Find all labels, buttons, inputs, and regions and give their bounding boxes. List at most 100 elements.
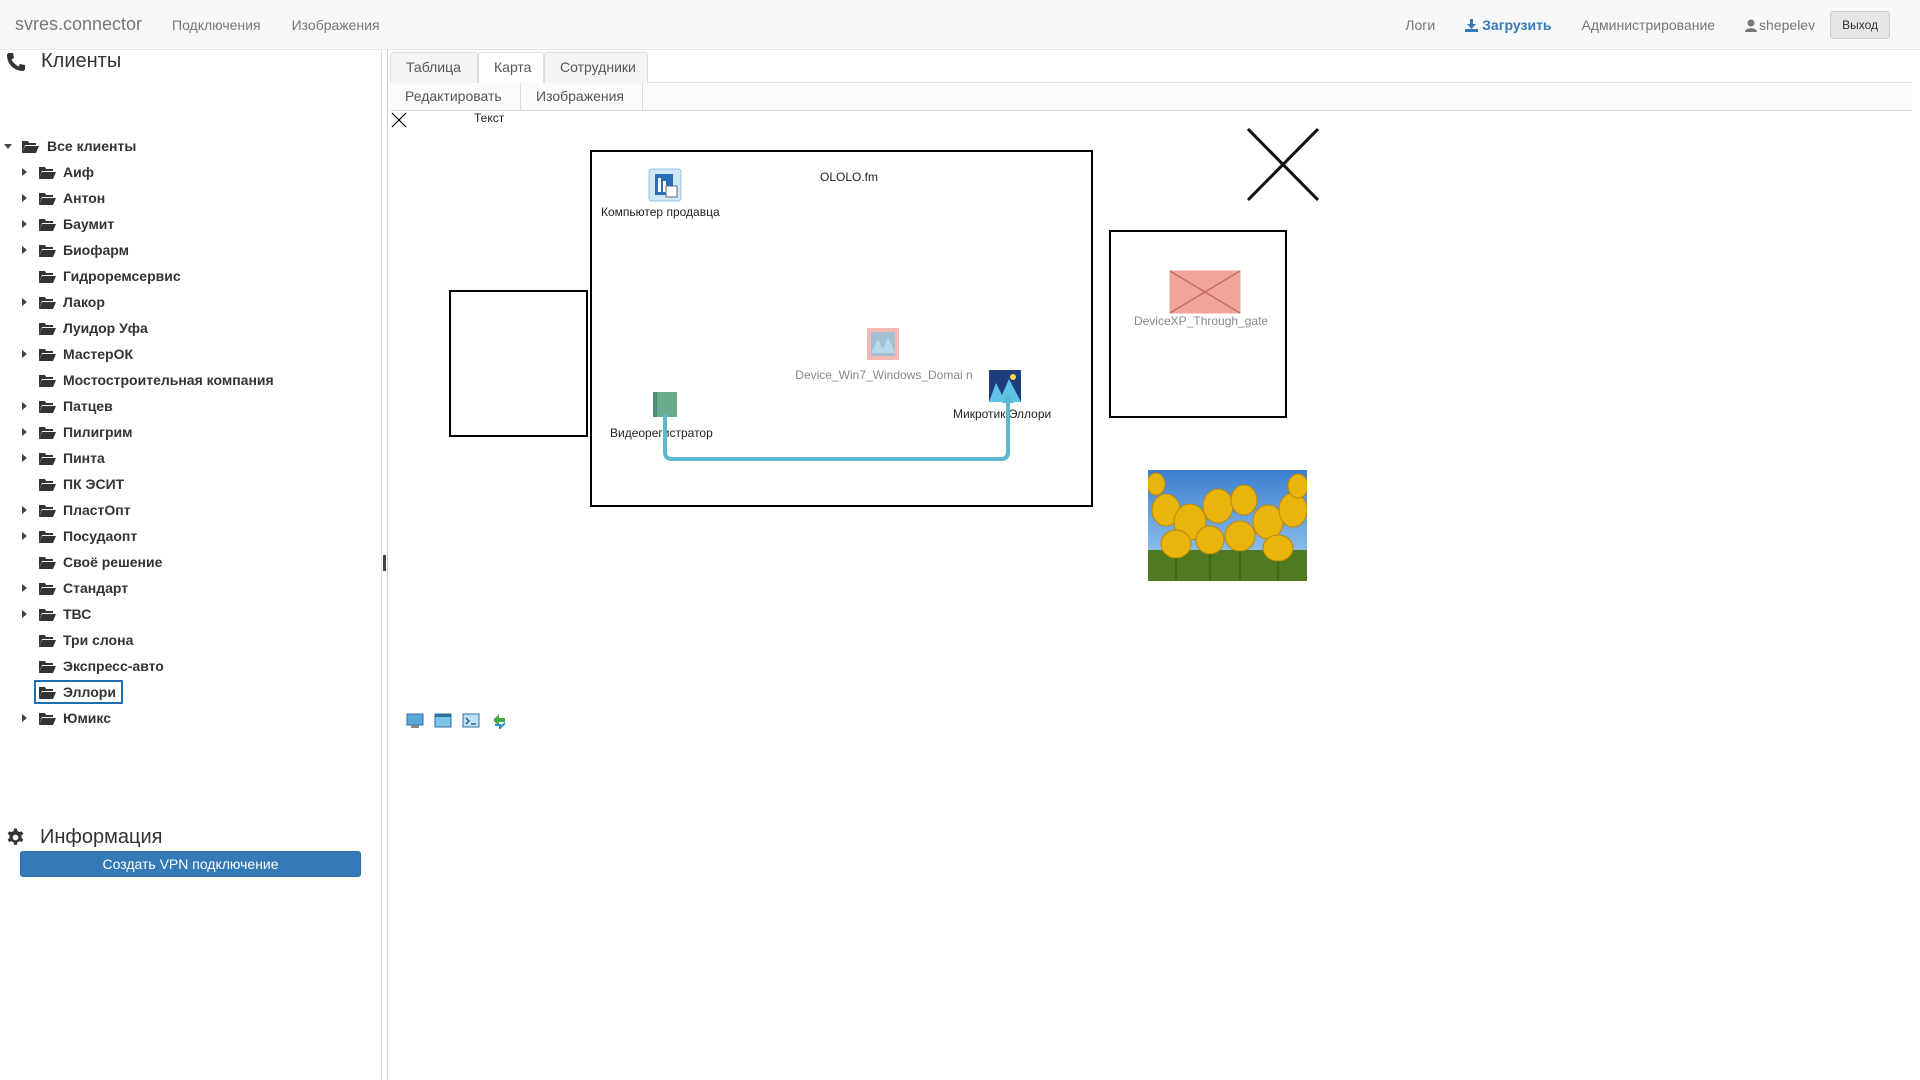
splitter-handle[interactable] (383, 555, 386, 571)
tree-item-client[interactable]: Аиф (0, 159, 380, 185)
tree-item-client[interactable]: Антон (0, 185, 380, 211)
tree-item-client[interactable]: Лакор (0, 289, 380, 315)
caret-right-icon[interactable] (22, 246, 27, 254)
tab-map[interactable]: Карта (478, 52, 544, 84)
xp-gate-device-icon[interactable] (1168, 269, 1242, 315)
tree-item-client[interactable]: МастерОК (0, 341, 380, 367)
tree-item-label: Пилигрим (63, 424, 133, 440)
win7-label[interactable]: Device_Win7_Windows_Domai n (795, 365, 973, 385)
folder-open-icon (22, 140, 39, 153)
window-icon[interactable] (434, 713, 452, 729)
caret-right-icon[interactable] (22, 220, 27, 228)
images-button[interactable]: Изображения (521, 83, 643, 111)
create-vpn-button[interactable]: Создать VPN подключение (20, 851, 361, 877)
download-icon (1465, 18, 1479, 32)
tree-item-client[interactable]: Экспресс-авто (0, 653, 380, 679)
tree-item-label: Эллори (63, 684, 116, 700)
map-canvas[interactable]: Текст OLOLO.fm Компьютер продавца Device… (390, 111, 1912, 1080)
sync-icon[interactable] (490, 713, 508, 729)
tree-item-client[interactable]: Своё решение (0, 549, 380, 575)
logout-button[interactable]: Выход (1830, 11, 1890, 39)
nav-admin[interactable]: Администрирование (1582, 17, 1716, 33)
terminal-icon[interactable] (462, 713, 480, 729)
folder-open-icon (39, 374, 56, 387)
tree-item-label: Юмикс (63, 710, 112, 726)
caret-right-icon[interactable] (22, 350, 27, 358)
tab-table[interactable]: Таблица (390, 52, 478, 83)
folder-open-icon (39, 452, 56, 465)
broken-image-x-icon[interactable] (1247, 128, 1319, 201)
folder-open-icon (39, 582, 56, 595)
clients-header: Клиенты (6, 50, 121, 73)
connection-line[interactable] (660, 394, 1020, 464)
user-icon (1745, 19, 1758, 32)
caret-right-icon[interactable] (22, 402, 27, 410)
nav-right: Логи Загрузить Администрирование shepele… (1375, 0, 1920, 50)
folder-open-icon (39, 712, 56, 725)
tree-item-label: Три слона (63, 632, 134, 648)
caret-right-icon[interactable] (22, 428, 27, 436)
caret-right-icon[interactable] (22, 610, 27, 618)
tree-item-label: Экспресс-авто (63, 658, 164, 674)
tree-item-client[interactable]: ПластОпт (0, 497, 380, 523)
tab-employees[interactable]: Сотрудники (544, 52, 648, 83)
tree-root[interactable]: Все клиенты (0, 133, 380, 159)
xp-gate-label[interactable]: DeviceXP_Through_gate (1134, 314, 1268, 328)
caret-right-icon[interactable] (22, 454, 27, 462)
edit-button[interactable]: Редактировать (390, 83, 521, 111)
info-title: Информация (40, 826, 163, 848)
group-label[interactable]: OLOLO.fm (820, 170, 878, 184)
tree-item-client[interactable]: Гидроремсервис (0, 263, 380, 289)
computer-device-icon[interactable] (648, 168, 682, 202)
tree-item-client[interactable]: Стандарт (0, 575, 380, 601)
caret-right-icon[interactable] (22, 506, 27, 514)
tree-item-client[interactable]: Патцев (0, 393, 380, 419)
folder-open-icon (39, 660, 56, 673)
tree-item-client[interactable]: Биофарм (0, 237, 380, 263)
caret-right-icon[interactable] (22, 584, 27, 592)
nav-left: Подключения Изображения (172, 17, 380, 33)
tree-item-client[interactable]: Три слона (0, 627, 380, 653)
tree-item-client[interactable]: Баумит (0, 211, 380, 237)
main-tabs: Таблица Карта Сотрудники (390, 50, 1912, 84)
tree-item-client[interactable]: Юмикс (0, 705, 380, 731)
monitor-icon[interactable] (406, 713, 424, 729)
upload-label: Загрузить (1482, 17, 1552, 33)
map-text-label[interactable]: Текст (474, 111, 504, 125)
folder-open-icon (39, 270, 56, 283)
clients-title: Клиенты (41, 50, 122, 72)
sidebar: Клиенты Все клиенты Аиф Антон Баумит Биофар… (0, 50, 382, 1080)
caret-right-icon[interactable] (22, 714, 27, 722)
tree-item-client[interactable]: Пинта (0, 445, 380, 471)
nav-upload[interactable]: Загрузить (1465, 17, 1552, 33)
nav-connections[interactable]: Подключения (172, 17, 261, 33)
clients-tree: Все клиенты Аиф Антон Баумит Биофарм Гидроре… (0, 133, 380, 731)
tree-item-client[interactable]: Посудаопт (0, 523, 380, 549)
empty-group-box[interactable] (449, 290, 588, 437)
tree-item-label: ТВС (63, 606, 92, 622)
tree-item-client[interactable]: Луидор Уфа (0, 315, 380, 341)
nav-user[interactable]: shepelev (1745, 17, 1815, 33)
tree-item-client[interactable]: ПК ЭСИТ (0, 471, 380, 497)
tree-item-client[interactable]: Пилигрим (0, 419, 380, 445)
caret-right-icon[interactable] (22, 532, 27, 540)
tree-item-client[interactable]: Эллори (0, 679, 380, 705)
seller-pc-label[interactable]: Компьютер продавца (601, 205, 720, 219)
folder-open-icon (39, 608, 56, 621)
caret-right-icon[interactable] (22, 194, 27, 202)
nav-logs[interactable]: Логи (1405, 17, 1435, 33)
tulips-image[interactable] (1148, 470, 1307, 581)
caret-right-icon[interactable] (22, 298, 27, 306)
folder-open-icon (39, 504, 56, 517)
win7-device-icon[interactable] (866, 327, 900, 361)
tree-item-client[interactable]: Мостостроительная компания (0, 367, 380, 393)
nav-images[interactable]: Изображения (292, 17, 380, 33)
map-subtoolbar: Редактировать Изображения (390, 83, 1912, 111)
tree-item-client[interactable]: ТВС (0, 601, 380, 627)
client-list: Аиф Антон Баумит Биофарм Гидроремсервис Лакор… (0, 159, 380, 731)
brand[interactable]: svres.connector (15, 14, 142, 35)
tree-item-label: Патцев (63, 398, 113, 414)
close-icon[interactable] (390, 111, 408, 129)
caret-right-icon[interactable] (22, 168, 27, 176)
caret-down-icon[interactable] (4, 143, 12, 149)
